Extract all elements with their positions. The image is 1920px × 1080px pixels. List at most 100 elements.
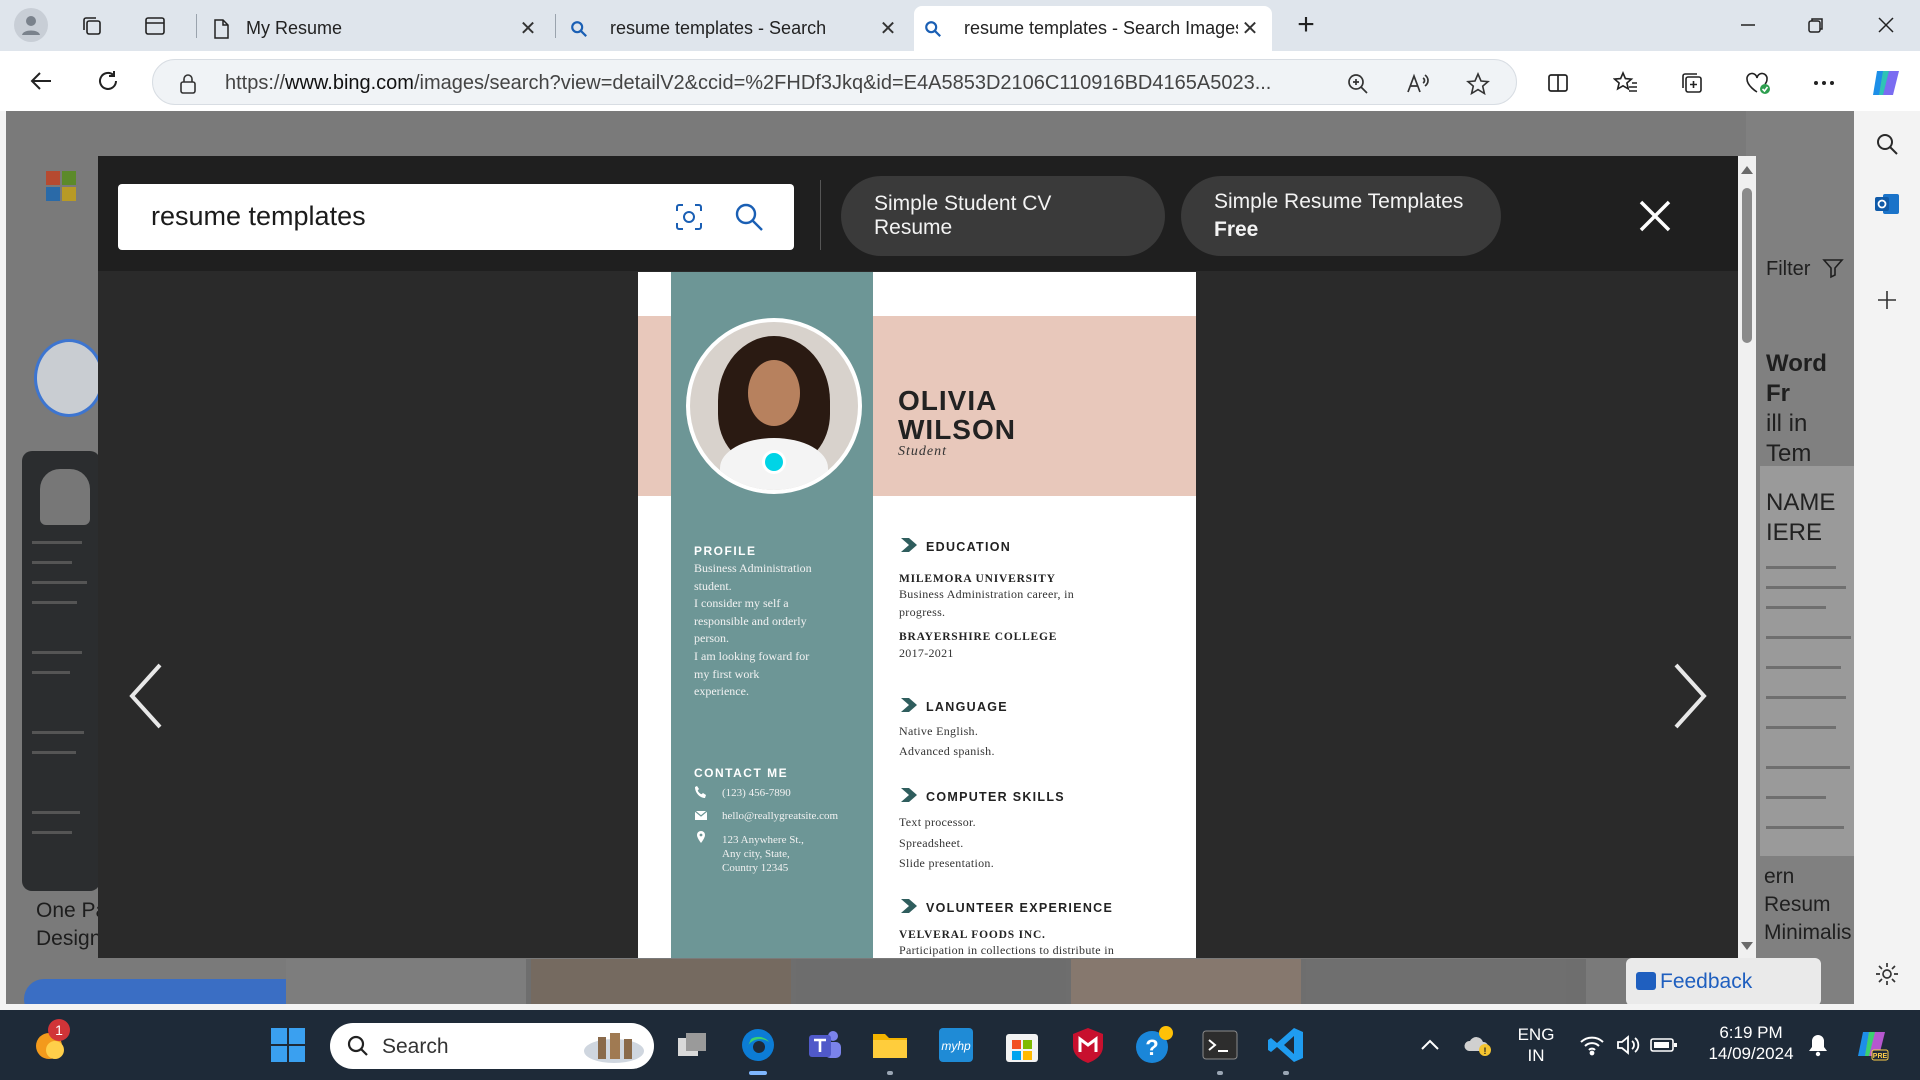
resume-role: Student xyxy=(898,444,947,459)
viewer-scrollbar[interactable] xyxy=(1738,156,1756,958)
edge-icon[interactable] xyxy=(736,1023,780,1075)
result-thumbnail[interactable] xyxy=(22,451,100,891)
close-tab-icon[interactable]: ✕ xyxy=(1238,17,1262,41)
close-window-button[interactable] xyxy=(1866,8,1906,42)
address-bar[interactable]: https://www.bing.com/images/search?view=… xyxy=(152,59,1517,105)
back-icon[interactable] xyxy=(24,63,60,99)
document-icon xyxy=(214,18,229,39)
teams-icon[interactable] xyxy=(802,1023,846,1067)
location-pin-icon xyxy=(697,831,705,843)
show-hidden-icons-icon[interactable] xyxy=(1408,1023,1452,1067)
profile-icon[interactable] xyxy=(14,8,48,42)
tab-actions-icon[interactable] xyxy=(139,10,171,42)
filter-button[interactable]: Filter xyxy=(1766,257,1844,281)
chip-label: Simple Student CV Resume xyxy=(874,192,1052,239)
weather-widget-icon[interactable]: 1 xyxy=(28,1019,72,1067)
url-text[interactable]: https://www.bing.com/images/search?view=… xyxy=(225,72,1315,95)
zoom-icon[interactable] xyxy=(1343,69,1373,99)
start-icon[interactable] xyxy=(266,1023,310,1067)
outlook-icon[interactable] xyxy=(1870,187,1904,221)
viewer-search-box[interactable]: resume templates xyxy=(118,184,794,250)
svg-text:PRE: PRE xyxy=(1873,1053,1888,1060)
vscode-icon[interactable] xyxy=(1264,1023,1308,1075)
related-thumbnail[interactable] xyxy=(34,339,104,417)
resume-image[interactable]: OLIVIA WILSON Student PROFILE Business A… xyxy=(638,272,1196,958)
favorite-star-icon[interactable] xyxy=(1463,69,1493,99)
read-aloud-icon[interactable] xyxy=(1403,69,1433,99)
result-caption[interactable]: One Pa Design xyxy=(36,897,107,953)
myhp-icon[interactable]: myhp xyxy=(934,1023,978,1067)
copilot-taskbar-icon[interactable]: PRE xyxy=(1850,1023,1894,1067)
minimize-button[interactable] xyxy=(1728,8,1768,42)
sidebar-settings-icon[interactable] xyxy=(1870,957,1904,991)
chip-label: Simple Resume Templates xyxy=(1214,190,1464,213)
copilot-icon[interactable] xyxy=(1868,65,1904,101)
notifications-bell-icon[interactable] xyxy=(1796,1023,1840,1067)
clock[interactable]: 6:19 PM 14/09/2024 xyxy=(1696,1022,1806,1064)
search-input[interactable]: resume templates xyxy=(151,201,366,232)
tab-search[interactable]: resume templates - Search ✕ xyxy=(560,6,910,51)
search-icon[interactable] xyxy=(1870,127,1904,161)
visual-search-hotspot[interactable] xyxy=(762,450,786,474)
feedback-icon xyxy=(1636,972,1656,990)
image-viewer: resume templates Simple Student CV Resum… xyxy=(98,156,1756,958)
taskbar-search[interactable]: Search xyxy=(330,1023,654,1069)
profile-heading: PROFILE xyxy=(694,544,757,558)
result-title[interactable]: Word Fr ill in Tem xyxy=(1766,349,1854,469)
lock-icon[interactable] xyxy=(173,69,203,99)
input-language[interactable]: ENG IN xyxy=(1514,1024,1558,1066)
filter-label: Filter xyxy=(1766,258,1811,280)
phone-icon xyxy=(695,786,706,798)
result-caption[interactable]: ern Resum Minimalis xyxy=(1764,863,1854,947)
onedrive-status-icon[interactable]: ! xyxy=(1456,1023,1500,1067)
previous-image-icon[interactable] xyxy=(126,661,166,731)
browser-essentials-icon[interactable] xyxy=(1740,65,1776,101)
terminal-icon[interactable] xyxy=(1198,1023,1242,1075)
resume-name: OLIVIA WILSON xyxy=(898,385,1016,445)
notification-badge: 1 xyxy=(48,1019,70,1041)
workspaces-icon[interactable] xyxy=(76,10,108,42)
volunteer-heading: VOLUNTEER EXPERIENCE xyxy=(926,901,1114,915)
task-view-icon[interactable] xyxy=(670,1023,714,1067)
close-tab-icon[interactable]: ✕ xyxy=(876,17,900,41)
collections-icon[interactable] xyxy=(1674,65,1710,101)
next-image-icon[interactable] xyxy=(1670,661,1710,731)
restore-button[interactable] xyxy=(1796,8,1836,42)
close-viewer-icon[interactable] xyxy=(1633,194,1677,238)
chevron-right-icon xyxy=(901,899,917,913)
tab-strip: My Resume ✕ resume templates - Search ✕ … xyxy=(0,0,1920,51)
add-sidebar-app-icon[interactable] xyxy=(1870,283,1904,317)
feedback-button[interactable]: Feedback xyxy=(1626,958,1821,1004)
file-explorer-icon[interactable] xyxy=(868,1023,912,1075)
related-chip-simple-resume[interactable]: Simple Resume Templates Free xyxy=(1181,176,1501,256)
education-heading: EDUCATION xyxy=(926,540,1012,554)
chevron-right-icon xyxy=(901,788,917,802)
search-label: Search xyxy=(382,1035,449,1058)
related-chip-student-cv[interactable]: Simple Student CV Resume xyxy=(841,176,1165,256)
favorites-icon[interactable] xyxy=(1608,65,1644,101)
close-tab-icon[interactable]: ✕ xyxy=(516,17,540,41)
search-icon xyxy=(347,1035,368,1056)
result-thumbnail[interactable]: NAME IERE xyxy=(1760,466,1854,856)
search-icon[interactable] xyxy=(730,198,768,236)
svg-text:myhp: myhp xyxy=(941,1039,971,1053)
tab-search-images[interactable]: resume templates - Search Images ✕ xyxy=(914,6,1272,51)
education-school-2: BRAYERSHIRE COLLEGE xyxy=(899,631,1058,643)
tab-label: My Resume xyxy=(246,18,343,38)
chip-sublabel: Free xyxy=(1214,218,1259,241)
get-help-icon[interactable]: ? xyxy=(1132,1023,1176,1067)
refresh-icon[interactable] xyxy=(90,63,126,99)
new-tab-button[interactable]: + xyxy=(1290,10,1322,42)
visual-search-icon[interactable] xyxy=(670,198,708,236)
split-screen-icon[interactable] xyxy=(1540,65,1576,101)
thumbnail-strip[interactable] xyxy=(286,959,1586,1004)
tab-my-resume[interactable]: My Resume ✕ xyxy=(200,6,550,51)
more-options-icon[interactable] xyxy=(1806,65,1842,101)
mcafee-icon[interactable] xyxy=(1066,1023,1110,1067)
microsoft-store-icon[interactable] xyxy=(1000,1023,1044,1067)
battery-icon[interactable] xyxy=(1642,1023,1686,1067)
scrollbar-thumb[interactable] xyxy=(1742,188,1752,343)
skills-list: Text processor. Spreadsheet. Slide prese… xyxy=(899,815,995,871)
contact-address: 123 Anywhere St., Any city, State, Count… xyxy=(722,834,804,874)
contact-email: hello@reallygreatsite.com xyxy=(722,810,839,822)
